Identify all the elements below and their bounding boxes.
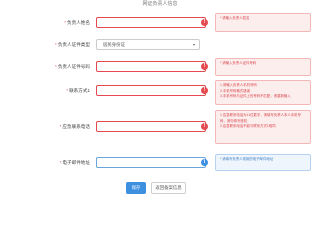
- email-info-tip: * 请填写负责人常用的电子邮件地址: [215, 154, 311, 171]
- label-email: *电子邮件地址: [59, 160, 90, 165]
- label-id-type: *负责人证件类型: [55, 42, 90, 47]
- name-error-tip: * 请输入负责人姓名: [215, 13, 311, 32]
- id-number-input[interactable]: [96, 61, 206, 72]
- id-number-error-tip: * 请输入负责人证件号码: [215, 58, 311, 76]
- label-id-number: *负责人证件号码: [55, 64, 90, 69]
- error-icon: !: [201, 87, 208, 94]
- id-type-value: 居民身份证: [103, 42, 125, 47]
- error-icon: !: [201, 123, 208, 130]
- back-button[interactable]: 返回备案信息: [151, 182, 186, 194]
- emergency-phone-input[interactable]: [96, 121, 206, 132]
- label-name: *负责人姓名: [64, 20, 90, 25]
- email-input[interactable]: [96, 157, 206, 168]
- label-emergency-phone: *应急联系电话: [59, 124, 90, 129]
- contact1-error-tip: 1.请输入负责人手机号码 2.手机号码格式错误 3.手机号码与证件上的号码不匹配…: [215, 80, 311, 105]
- emergency-phone-error-tip: 1.应急联系电话为11位数字，请填写负责人本人手机号码，请勿填写座机 2.应急联…: [215, 110, 311, 144]
- error-icon: !: [201, 19, 208, 26]
- error-icon: !: [201, 63, 208, 70]
- page-title: 网证负责人信息: [142, 1, 178, 7]
- save-button[interactable]: 保存: [126, 182, 146, 194]
- name-input[interactable]: [96, 17, 206, 28]
- contact1-input[interactable]: [96, 85, 206, 96]
- label-contact1: *联系方式1: [66, 88, 90, 93]
- id-type-select[interactable]: 居民身份证 ▾: [96, 39, 200, 50]
- chevron-down-icon: ▾: [192, 42, 195, 47]
- info-icon: i: [201, 159, 208, 166]
